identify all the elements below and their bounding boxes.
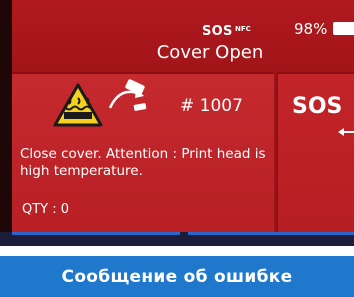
page-title: Cover Open bbox=[156, 42, 264, 63]
error-message: Close cover. Attention : Print head is h… bbox=[20, 146, 266, 179]
battery-percent: 98% bbox=[294, 20, 328, 38]
qty-value: QTY : 0 bbox=[22, 202, 70, 217]
error-card: # 1007 Close cover. Attention : Print he… bbox=[12, 72, 274, 234]
print-head-icon bbox=[108, 79, 147, 111]
battery-icon bbox=[333, 22, 354, 35]
hot-surface-warning-icon bbox=[53, 83, 103, 127]
sos-button-label: SOS bbox=[292, 94, 343, 119]
error-code: # 1007 bbox=[180, 96, 243, 116]
sos-status-indicator: SOS bbox=[202, 24, 233, 39]
printer-screen: SOS NFC 98% Cover Open # 1007 Close cove… bbox=[0, 0, 354, 246]
screen-bezel bbox=[0, 0, 12, 246]
bottom-strip-segment bbox=[188, 232, 354, 235]
bottom-strip-segment bbox=[12, 232, 180, 235]
nfc-status-indicator: NFC bbox=[235, 25, 251, 33]
arrow-left-icon bbox=[338, 128, 354, 136]
bottom-strip bbox=[0, 232, 354, 246]
caption-banner: Сообщение об ошибке bbox=[0, 256, 354, 297]
header-bar: SOS NFC 98% Cover Open bbox=[12, 0, 354, 72]
sos-button[interactable]: SOS bbox=[276, 72, 354, 234]
